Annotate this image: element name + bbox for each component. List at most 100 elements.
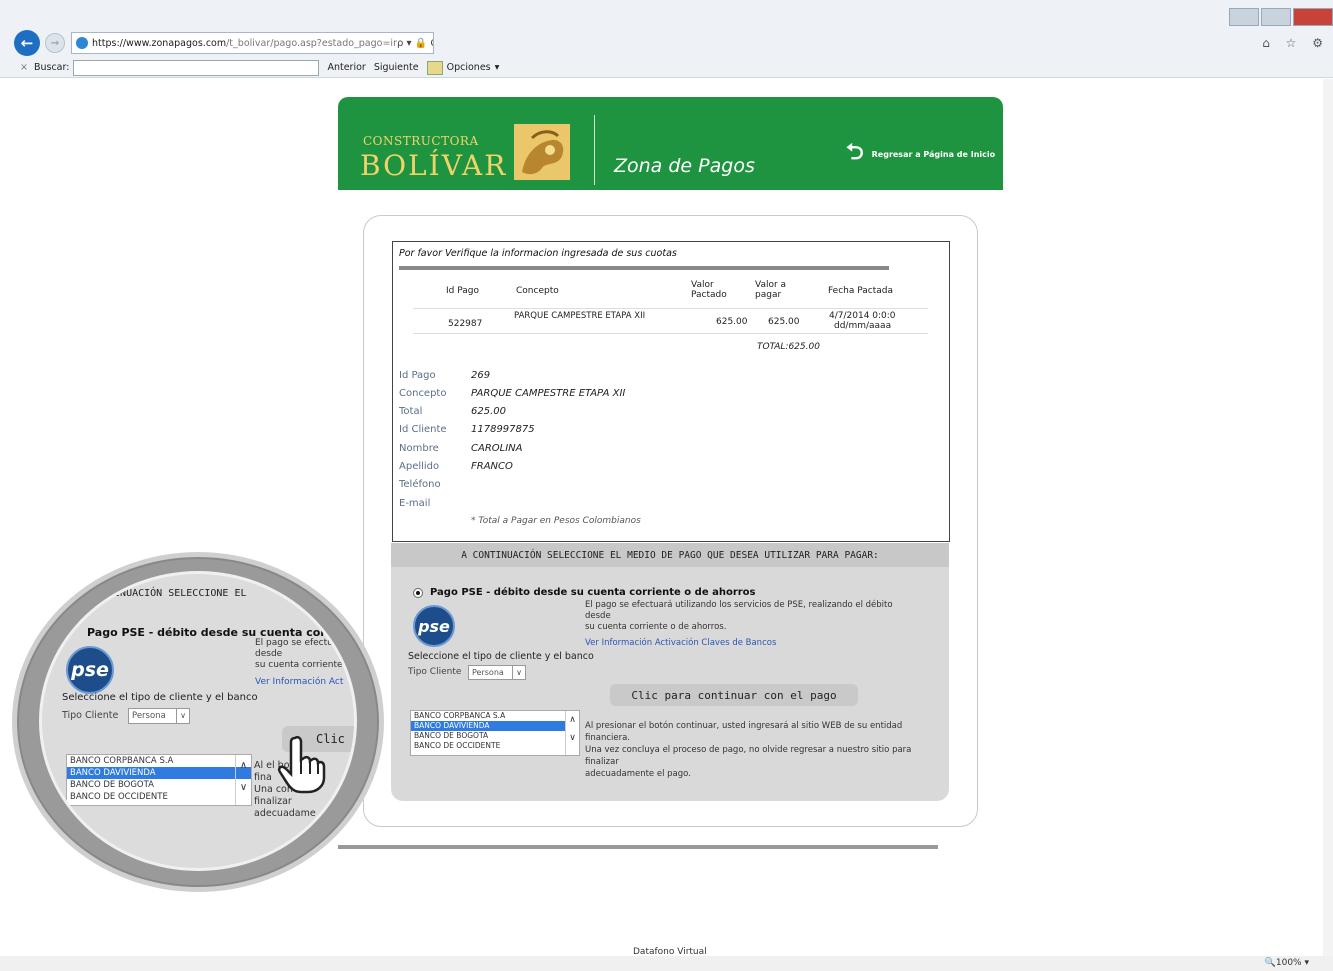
toolbar-icons[interactable]: ⌂ ☆ ⚙	[1262, 36, 1329, 50]
mag-desc-line: su cuenta corriente	[255, 660, 343, 670]
browser-chrome: ← → https://www.zonapagos.com /t_bolivar…	[0, 0, 1333, 78]
zoom-level[interactable]: 🔍100% ▾	[1265, 958, 1309, 968]
pse-desc-line: El pago se efectuará utilizando los serv…	[585, 600, 893, 610]
client-type-value: Persona	[472, 668, 504, 677]
detail-label-telefono: Teléfono	[399, 479, 441, 490]
mag-bank-option: BANCO DE BOGOTA	[70, 780, 154, 790]
forward-button[interactable]: →	[45, 33, 65, 53]
mag-header: NTINUACIÓN SELECCIONE EL	[102, 588, 247, 599]
table-bottom-divider	[413, 333, 928, 334]
detail-label-email: E-mail	[399, 498, 431, 509]
client-type-select[interactable]: Persona ∨	[468, 665, 526, 680]
info-line: finalizar	[585, 757, 619, 767]
mag-info-line: adecuadame	[254, 808, 316, 819]
detail-label-apellido: Apellido	[399, 461, 440, 472]
mag-link: Ver Información Act	[255, 677, 344, 687]
pse-description: El pago se efectuará utilizando los serv…	[585, 600, 935, 633]
bank-option[interactable]: BANCO DE OCCIDENTE	[411, 741, 579, 751]
listbox-scroll-arrows-icon[interactable]: ∧ ∨	[565, 711, 579, 755]
magnifier-overlay: NTINUACIÓN SELECCIONE EL Pago PSE - débi…	[12, 552, 384, 892]
info-line: Una vez concluya el proceso de pago, no …	[585, 745, 912, 755]
magnifier-lens: NTINUACIÓN SELECCIONE EL Pago PSE - débi…	[39, 571, 357, 871]
header-divider	[594, 115, 595, 185]
mag-bank-option-selected: BANCO DAVIVIENDA	[67, 767, 251, 779]
mag-bank-option: BANCO DE OCCIDENTE	[70, 792, 168, 802]
url-host: https://www.zonapagos.com	[92, 37, 227, 49]
footer-rule	[338, 845, 938, 849]
find-next-button[interactable]: Siguiente	[374, 62, 419, 73]
mag-bank-list: BANCO CORPBANCA S.A BANCO DAVIVIENDA BAN…	[66, 754, 252, 806]
bank-option[interactable]: BANCO CORPBANCA S.A	[411, 711, 579, 721]
mag-scroll-arrows-icon: ∧ ∨	[235, 755, 251, 805]
brand-main: BOLÍVAR	[360, 149, 508, 182]
return-home-link[interactable]: ⮌ Regresar a Página de Inicio	[846, 135, 995, 173]
pse-radio[interactable]	[413, 588, 423, 598]
bank-option[interactable]: BANCO DE BOGOTA	[411, 731, 579, 741]
find-previous-button[interactable]: Anterior	[327, 62, 365, 73]
detail-label-id-pago: Id Pago	[399, 370, 436, 381]
verification-title: Por favor Verifique la informacion ingre…	[399, 248, 677, 259]
pse-desc-line: su cuenta corriente o de ahorros.	[585, 622, 727, 632]
close-window-button[interactable]	[1293, 8, 1333, 26]
select-client-text: Seleccione el tipo de cliente y el banco	[408, 651, 594, 662]
detail-label-concepto: Concepto	[399, 388, 447, 399]
site-header: CONSTRUCTORA BOLÍVAR Zona de Pagos ⮌ Reg…	[338, 97, 1003, 190]
back-button[interactable]: ←	[14, 30, 40, 56]
mag-pse-logo-icon: pse	[66, 646, 114, 694]
verification-box: Por favor Verifique la informacion ingre…	[392, 241, 950, 542]
chevron-down-icon: ∨	[512, 666, 525, 679]
mag-select-text: Seleccione el tipo de cliente y el banco	[62, 692, 258, 703]
payment-panel: A CONTINUACIÓN SELECCIONE EL MEDIO DE PA…	[391, 543, 949, 801]
hand-pointer-icon	[277, 735, 326, 794]
ie-page-icon	[76, 37, 88, 49]
address-tools-icons[interactable]: ρ ▾ 🔒 C	[397, 38, 433, 49]
detail-label-total: Total	[399, 406, 423, 417]
mag-pse-desc: El pago se efectu desde su cuenta corrie…	[255, 638, 343, 671]
mag-info-line: finalizar	[254, 796, 292, 807]
vertical-scrollbar[interactable]	[1323, 79, 1333, 956]
detail-label-id-cliente: Id Cliente	[399, 424, 447, 435]
col-valor-pactado: Valor Pactado	[691, 280, 727, 300]
cell-id-pago: 522987	[448, 319, 483, 329]
total-amount: TOTAL:625.00	[757, 342, 820, 352]
options-icon	[426, 60, 443, 75]
continue-payment-button[interactable]: Clic para continuar con el pago	[610, 684, 858, 706]
bolivar-logo-icon	[514, 124, 570, 180]
chevron-down-icon: ∨	[176, 709, 189, 723]
client-type-label: Tipo Cliente	[408, 667, 462, 677]
cell-fecha: 4/7/2014 0:0:0	[829, 311, 896, 321]
pse-logo-icon: pse	[413, 605, 455, 647]
maximize-button[interactable]	[1261, 8, 1291, 26]
mag-tipo-value: Persona	[132, 711, 166, 721]
col-id-pago: Id Pago	[446, 286, 479, 296]
info-line: financiera.	[585, 733, 631, 743]
detail-value-concepto: PARQUE CAMPESTRE ETAPA XII	[471, 388, 626, 399]
minimize-button[interactable]	[1229, 8, 1259, 26]
url-path: /t_bolivar/pago.asp?estado_pago=ir	[226, 37, 397, 49]
col-valor-pagar: Valor a pagar	[755, 280, 787, 300]
detail-value-apellido: FRANCO	[471, 461, 513, 472]
find-input[interactable]	[73, 59, 320, 76]
close-find-icon[interactable]: ×	[20, 62, 28, 73]
find-options-button[interactable]: Opciones ▾	[426, 60, 499, 75]
return-home-label: Regresar a Página de Inicio	[871, 149, 996, 159]
title-underline	[399, 266, 889, 270]
cell-valor-pactado: 625.00	[716, 317, 748, 327]
detail-value-nombre: CAROLINA	[471, 443, 523, 454]
mag-bank-option: BANCO CORPBANCA S.A	[70, 756, 174, 766]
bank-option-selected[interactable]: BANCO DAVIVIENDA	[411, 721, 579, 731]
cell-concepto: PARQUE CAMPESTRE ETAPA XII	[514, 311, 646, 321]
bank-listbox[interactable]: BANCO CORPBANCA S.A BANCO DAVIVIENDA BAN…	[410, 710, 580, 756]
mag-desc-line: desde	[255, 649, 283, 659]
brand-top: CONSTRUCTORA	[363, 134, 479, 148]
zone-title: Zona de Pagos	[614, 155, 755, 177]
bank-keys-link[interactable]: Ver Información Activación Claves de Ban…	[585, 638, 776, 648]
find-label: Buscar:	[33, 62, 70, 73]
address-toolbar: ← → https://www.zonapagos.com /t_bolivar…	[0, 28, 1333, 58]
address-bar[interactable]: https://www.zonapagos.com /t_bolivar/pag…	[71, 32, 434, 54]
find-options-label: Opciones	[446, 62, 491, 73]
table-divider	[413, 308, 928, 309]
info-line: adecuadamente el pago.	[585, 769, 691, 779]
pse-desc-line: desde	[585, 611, 611, 621]
mag-tipo-select: Persona ∨	[128, 708, 190, 724]
